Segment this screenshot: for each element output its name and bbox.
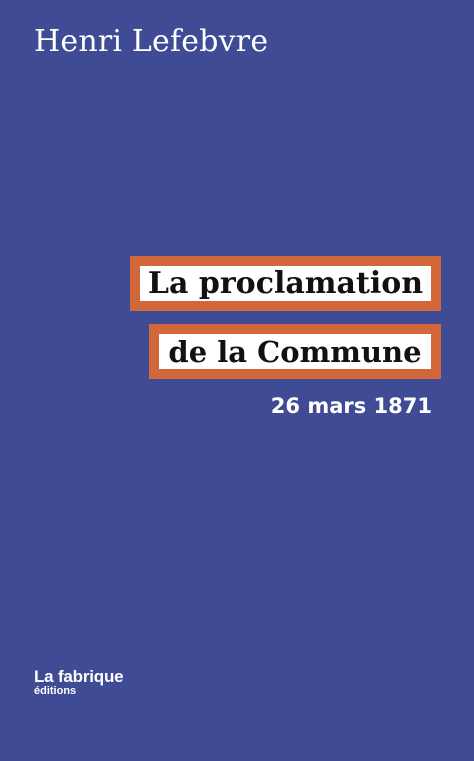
- publisher-logo: La fabrique éditions: [34, 667, 124, 697]
- title-line-1-text: La proclamation: [147, 266, 424, 301]
- publisher-name: La fabrique: [34, 667, 124, 686]
- book-cover: Henri Lefebvre La proclamation de la Com…: [0, 0, 474, 761]
- title-line-2-text: de la Commune: [168, 334, 422, 369]
- subtitle-date: 26 mars 1871: [270, 394, 432, 418]
- publisher-subtitle: éditions: [34, 685, 77, 697]
- author-name: Henri Lefebvre: [34, 24, 269, 59]
- title-line-1: La proclamation: [130, 256, 441, 311]
- title-line-2: de la Commune: [149, 324, 441, 379]
